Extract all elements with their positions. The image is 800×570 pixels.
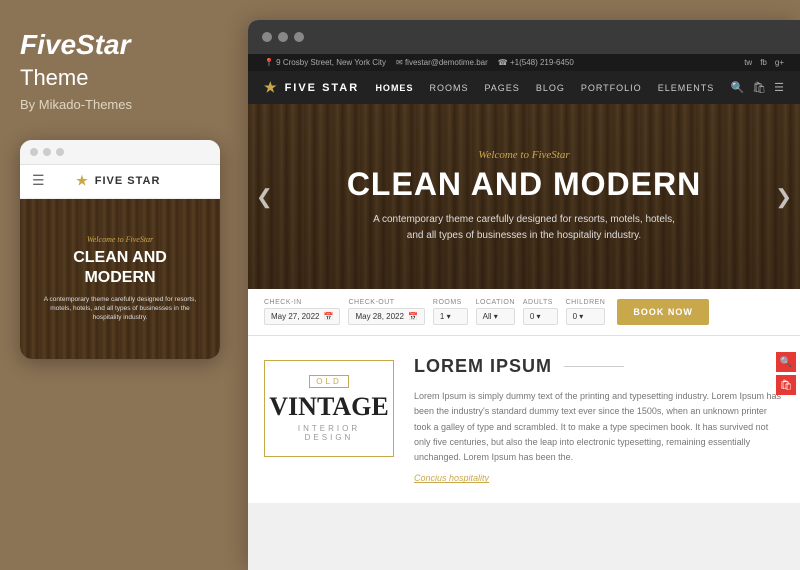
- children-field: CHILDREN 0 ▾: [566, 299, 606, 325]
- adults-select[interactable]: 0 ▾: [523, 308, 558, 325]
- content-link[interactable]: Concius hospitality: [414, 473, 784, 483]
- adults-field: ADULTS 0 ▾: [523, 299, 558, 325]
- location-select[interactable]: All ▾: [476, 308, 515, 325]
- site-topbar: 📍 9 Crosby Street, New York City ✉ fives…: [248, 54, 800, 71]
- hero-desc: A contemporary theme carefully designed …: [373, 212, 675, 244]
- nav-rooms[interactable]: ROOMS: [429, 83, 468, 93]
- checkin-calendar-icon: 📅: [323, 312, 333, 321]
- checkin-field: CHECK-IN May 27, 2022 📅: [264, 299, 340, 325]
- brand-author: By Mikado-Themes: [20, 97, 132, 112]
- red-cart-icon[interactable]: 🛍: [776, 375, 796, 395]
- vintage-title: VINTAGE: [269, 394, 388, 420]
- browser-dot-2: [278, 32, 288, 42]
- topbar-left: 📍 9 Crosby Street, New York City ✉ fives…: [264, 58, 574, 67]
- phone-text: ☎ +1(548) 219-6450: [498, 58, 574, 67]
- nav-elements[interactable]: ELEMENTS: [658, 83, 715, 93]
- rooms-field: ROOMS 1 ▾: [433, 299, 468, 325]
- mobile-dot-1: [30, 148, 38, 156]
- adults-label: ADULTS: [523, 299, 558, 306]
- vintage-subtitle: INTERIOR DESIGN: [275, 424, 383, 442]
- site-hero: Welcome to FiveStar CLEAN AND MODERN A c…: [248, 104, 800, 289]
- hero-prev-arrow[interactable]: ❮: [256, 184, 273, 209]
- nav-icons: 🔍 🛍 ☰: [730, 81, 784, 94]
- address-text: 📍 9 Crosby Street, New York City: [264, 58, 386, 67]
- children-label: CHILDREN: [566, 299, 606, 306]
- rooms-label: ROOMS: [433, 299, 468, 306]
- left-panel: FiveStar Theme By Mikado-Themes ☰ ★ FIVE…: [0, 0, 240, 550]
- rooms-select[interactable]: 1 ▾: [433, 308, 468, 325]
- brand-subtitle: Theme: [20, 65, 88, 91]
- booking-bar: CHECK-IN May 27, 2022 📅 CHECK-OUT May 28…: [248, 289, 800, 336]
- vintage-card: OLD VINTAGE INTERIOR DESIGN: [264, 360, 394, 457]
- mobile-hero-welcome: Welcome to FiveStar: [87, 235, 153, 244]
- vintage-old-label: OLD: [309, 375, 348, 388]
- mobile-dot-3: [56, 148, 64, 156]
- section-title: LOREM IPSUM: [414, 356, 552, 377]
- mobile-browser-bar: [20, 140, 220, 165]
- site-content: OLD VINTAGE INTERIOR DESIGN LOREM IPSUM …: [248, 336, 800, 503]
- brand-title: FiveStar: [20, 30, 131, 61]
- mobile-dot-2: [43, 148, 51, 156]
- checkout-label: CHECK-OUT: [348, 299, 424, 306]
- twitter-link[interactable]: tw: [744, 58, 752, 67]
- content-right: LOREM IPSUM Lorem Ipsum is simply dummy …: [394, 356, 784, 483]
- site-nav: ★ FIVE STAR HOMES ROOMS PAGES BLOG PORTF…: [248, 71, 800, 104]
- book-now-button[interactable]: BOOK NOW: [617, 299, 709, 325]
- checkout-calendar-icon: 📅: [408, 312, 418, 321]
- title-divider: [564, 366, 624, 367]
- mobile-nav: ☰ ★ FIVE STAR: [20, 165, 220, 199]
- content-title-row: LOREM IPSUM: [414, 356, 784, 377]
- hero-title: CLEAN AND MODERN: [347, 167, 701, 202]
- nav-blog[interactable]: BLOG: [536, 83, 565, 93]
- google-link[interactable]: g+: [775, 58, 784, 67]
- checkin-label: CHECK-IN: [264, 299, 340, 306]
- hamburger-icon[interactable]: ☰: [32, 173, 45, 190]
- red-icons-panel: 🔍 🛍: [776, 352, 800, 395]
- mobile-preview: ☰ ★ FIVE STAR Welcome to FiveStar CLEAN …: [20, 140, 220, 359]
- browser-dot-1: [262, 32, 272, 42]
- nav-portfolio[interactable]: PORTFOLIO: [581, 83, 642, 93]
- cart-icon[interactable]: 🛍: [752, 81, 766, 94]
- search-icon[interactable]: 🔍: [730, 81, 744, 94]
- menu-icon[interactable]: ☰: [774, 81, 784, 94]
- checkout-field: CHECK-OUT May 28, 2022 📅: [348, 299, 424, 325]
- site-nav-logo: ★ FIVE STAR: [264, 79, 359, 96]
- mobile-hero-desc: A contemporary theme carefully designed …: [36, 295, 204, 322]
- browser-chrome: [248, 20, 800, 54]
- mobile-nav-logo: ★ FIVE STAR: [76, 173, 160, 189]
- checkout-input[interactable]: May 28, 2022 📅: [348, 308, 424, 325]
- right-panel: 📍 9 Crosby Street, New York City ✉ fives…: [248, 20, 800, 570]
- hero-next-arrow[interactable]: ❯: [775, 184, 792, 209]
- checkin-input[interactable]: May 27, 2022 📅: [264, 308, 340, 325]
- location-field: LOCATION All ▾: [476, 299, 515, 325]
- star-icon: ★: [76, 173, 89, 189]
- red-search-icon[interactable]: 🔍: [776, 352, 796, 372]
- site-nav-menu: HOMES ROOMS PAGES BLOG PORTFOLIO ELEMENT…: [375, 83, 714, 93]
- mobile-hero-title: CLEAN AND MODERN: [36, 248, 204, 286]
- topbar-right: tw fb g+: [744, 58, 784, 67]
- location-label: LOCATION: [476, 299, 515, 306]
- browser-dot-3: [294, 32, 304, 42]
- site-nav-star-icon: ★: [264, 79, 279, 96]
- email-text: ✉ fivestar@demotime.bar: [396, 58, 488, 67]
- children-select[interactable]: 0 ▾: [566, 308, 606, 325]
- mobile-hero: Welcome to FiveStar CLEAN AND MODERN A c…: [20, 199, 220, 359]
- nav-pages[interactable]: PAGES: [484, 83, 519, 93]
- content-body: Lorem Ipsum is simply dummy text of the …: [414, 389, 784, 465]
- facebook-link[interactable]: fb: [760, 58, 767, 67]
- nav-homes[interactable]: HOMES: [375, 83, 413, 93]
- hero-welcome: Welcome to FiveStar: [478, 149, 569, 161]
- browser-content: 📍 9 Crosby Street, New York City ✉ fives…: [248, 54, 800, 570]
